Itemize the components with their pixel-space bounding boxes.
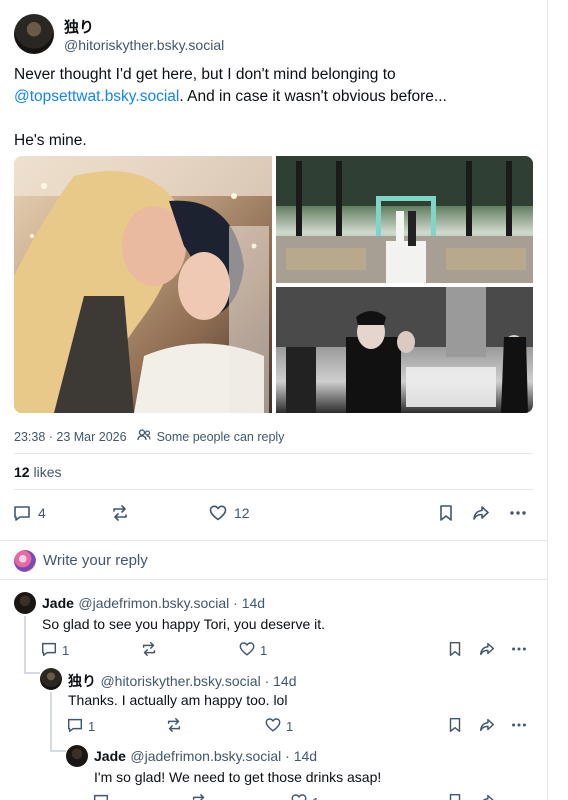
heart-icon	[208, 503, 228, 523]
my-avatar	[14, 550, 36, 572]
bookmark-button[interactable]	[436, 503, 456, 523]
repost-icon	[140, 640, 158, 661]
people-icon	[136, 429, 151, 444]
post-image-wedding-venue[interactable]	[276, 156, 533, 283]
share-icon	[478, 792, 496, 800]
post-text: Never thought I'd get here, but I don't …	[14, 64, 534, 152]
comment-author-handle[interactable]: @hitoriskyther.bsky.social · 14d	[100, 673, 296, 689]
repost-icon	[190, 792, 208, 800]
like-button[interactable]: 12	[208, 503, 250, 523]
thread-line	[50, 750, 66, 752]
post-image-guests[interactable]	[276, 287, 533, 413]
comment-reply-button[interactable]	[92, 792, 110, 800]
author-name[interactable]: 独り	[64, 16, 94, 37]
comment-avatar[interactable]	[66, 745, 88, 767]
repost-icon	[165, 716, 183, 737]
comment-header: Jade @jadefrimon.bsky.social · 14d	[42, 595, 265, 613]
comment-header: 独り @hitoriskyther.bsky.social · 14d	[68, 671, 296, 691]
more-button[interactable]	[508, 503, 528, 523]
post-text-part: Never thought I'd get here, but I don't …	[14, 66, 396, 83]
comment-share-button[interactable]	[478, 792, 496, 800]
post-images	[14, 156, 533, 413]
comment-like-count: 1	[286, 719, 294, 734]
likes-number: 12	[14, 464, 30, 480]
bookmark-icon	[446, 716, 464, 737]
repost-icon	[110, 503, 130, 523]
bookmark-icon	[446, 640, 464, 661]
bookmark-icon	[436, 503, 456, 523]
comment-reply-button[interactable]: 1	[66, 716, 95, 737]
comment-text: Thanks. I actually am happy too. lol	[68, 692, 288, 708]
like-count: 12	[234, 505, 250, 521]
comment-reply-count: 1	[62, 643, 70, 658]
comment-header: Jade @jadefrimon.bsky.social · 14d	[94, 748, 317, 766]
divider	[14, 453, 533, 454]
post-text-line: He's mine.	[14, 132, 87, 149]
share-icon	[478, 716, 496, 737]
comment-reply-button[interactable]: 1	[40, 640, 69, 661]
post-meta: 23:38 · 23 Mar 2026 Some people can repl…	[14, 429, 284, 444]
comment-text: I'm so glad! We need to get those drinks…	[94, 769, 382, 785]
reply-composer[interactable]: Write your reply	[0, 540, 547, 580]
thread-line	[24, 672, 40, 674]
comment-reply-count: 1	[88, 719, 96, 734]
likes-label: likes	[29, 464, 62, 480]
comment-author-name[interactable]: 独り	[68, 673, 96, 689]
comment-bookmark-button[interactable]	[446, 716, 464, 737]
comment-repost-button[interactable]	[190, 792, 208, 800]
comment-avatar[interactable]	[14, 592, 36, 614]
reply-button[interactable]: 4	[12, 503, 46, 523]
comment-author-handle[interactable]: @jadefrimon.bsky.social · 14d	[130, 748, 317, 764]
reply-icon	[12, 503, 32, 523]
more-icon	[508, 503, 528, 523]
heart-icon	[238, 640, 256, 661]
post-image-couple[interactable]	[14, 156, 272, 413]
comment-author-name[interactable]: Jade	[94, 748, 126, 764]
post-action-bar: 4 12	[0, 500, 547, 526]
comment-bookmark-button[interactable]	[446, 792, 464, 800]
comment-more-button[interactable]	[510, 640, 528, 661]
comment-like-count: 1	[312, 795, 319, 800]
reply-icon	[66, 716, 84, 737]
reply-icon	[92, 792, 110, 800]
comment-like-button[interactable]: 1	[290, 792, 319, 800]
comment-author-handle[interactable]: @jadefrimon.bsky.social · 14d	[78, 595, 265, 611]
comment-share-button[interactable]	[478, 640, 496, 661]
comment-bookmark-button[interactable]	[446, 640, 464, 661]
comment-avatar[interactable]	[40, 668, 62, 690]
post-text-part: . And in case it wasn't obvious before..…	[179, 88, 447, 105]
bookmark-icon	[446, 792, 464, 800]
share-icon	[478, 640, 496, 661]
thread-line	[50, 692, 52, 752]
share-button[interactable]	[471, 503, 491, 523]
thread-line	[24, 616, 26, 674]
share-icon	[471, 503, 491, 523]
mention-link[interactable]: @topsettwat.bsky.social	[14, 88, 179, 105]
comment-repost-button[interactable]	[140, 640, 158, 661]
reply-setting[interactable]: Some people can reply	[157, 430, 285, 444]
author-handle[interactable]: @hitoriskyther.bsky.social	[64, 37, 224, 53]
likes-count[interactable]: 12 likes	[14, 464, 61, 480]
reply-count: 4	[38, 505, 46, 521]
more-icon	[510, 716, 528, 737]
more-icon	[510, 640, 528, 661]
comment-share-button[interactable]	[478, 716, 496, 737]
heart-icon	[290, 792, 308, 800]
post-thread-page: 独り @hitoriskyther.bsky.social Never thou…	[0, 0, 548, 800]
post-timestamp[interactable]: 23:38 · 23 Mar 2026	[14, 430, 127, 444]
comment-author-name[interactable]: Jade	[42, 595, 74, 611]
comment-text: So glad to see you happy Tori, you deser…	[42, 616, 326, 632]
comment-like-count: 1	[260, 643, 268, 658]
comment-like-button[interactable]: 1	[238, 640, 267, 661]
divider	[14, 489, 533, 490]
author-avatar[interactable]	[14, 14, 54, 54]
comment-like-button[interactable]: 1	[264, 716, 293, 737]
heart-icon	[264, 716, 282, 737]
repost-button[interactable]	[110, 503, 130, 523]
reply-placeholder: Write your reply	[43, 552, 148, 569]
comment-more-button[interactable]	[510, 716, 528, 737]
comment-repost-button[interactable]	[165, 716, 183, 737]
reply-icon	[40, 640, 58, 661]
